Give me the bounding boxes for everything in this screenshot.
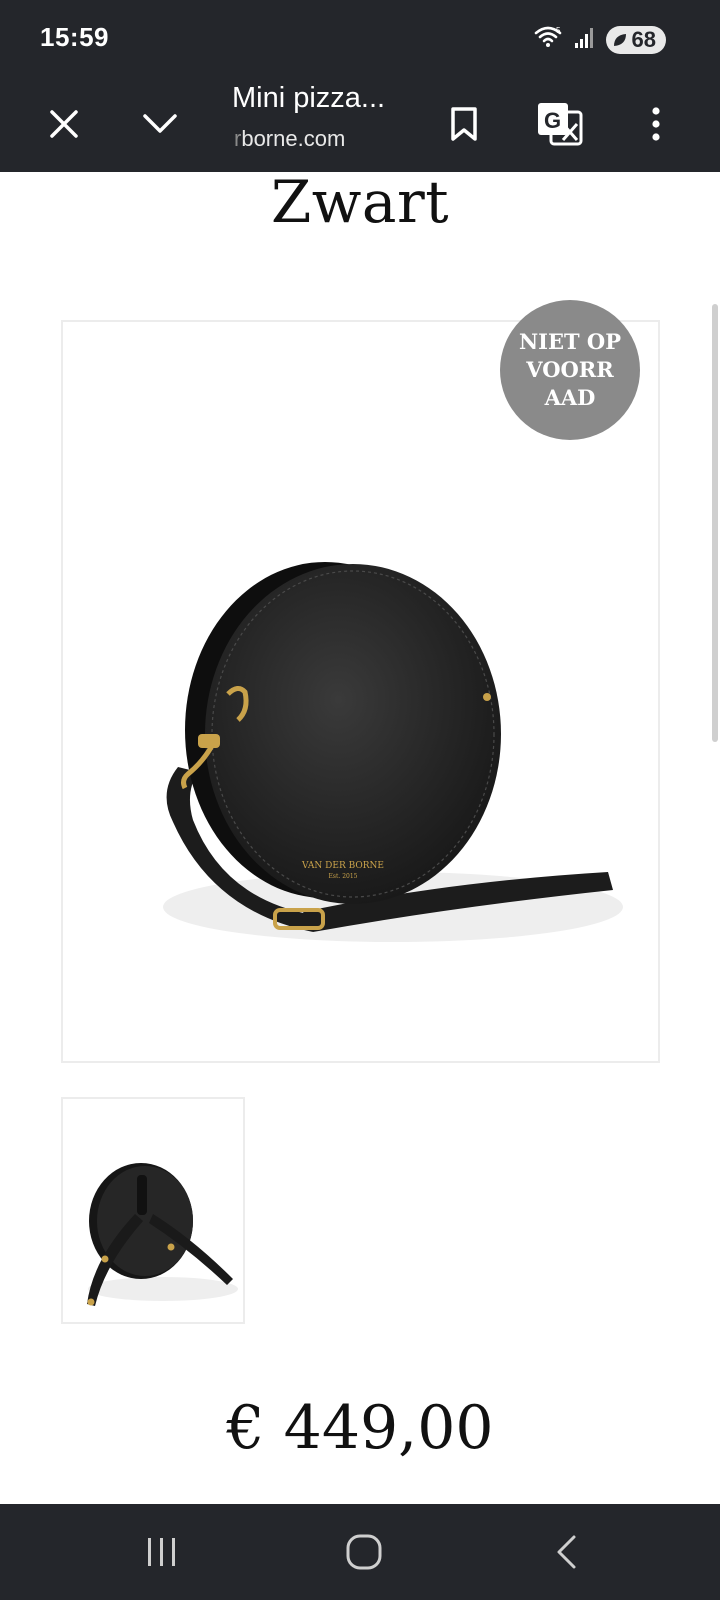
out-of-stock-badge: NIET OP VOORR AAD [500,300,640,440]
recent-apps-icon[interactable] [132,1526,192,1578]
back-icon[interactable] [536,1526,596,1578]
product-price: € 449,00 [226,1393,494,1463]
battery-level: 68 [631,26,656,52]
product-thumbnail[interactable] [61,1097,245,1324]
badge-line-1: NIET OP [518,329,622,354]
leaf-icon [613,33,626,46]
home-icon[interactable] [334,1526,394,1578]
chevron-down-icon[interactable] [136,100,184,148]
badge-line-2: VOORR [526,357,614,382]
domain-text: borne.com [241,126,346,151]
bookmark-icon[interactable] [440,100,488,148]
status-bar: 15:59 5 68 [0,0,720,76]
backpack-thumbnail-illustration [87,1163,238,1306]
browser-toolbar: Mini pizza... rborne.com G [0,76,720,172]
status-icons: 5 68 [534,24,666,55]
badge-line-3: AAD [544,385,596,410]
battery-icon: 68 [605,25,666,54]
page-scrollbar[interactable] [712,304,718,742]
svg-text:G: G [544,108,561,133]
svg-text:5: 5 [556,26,561,35]
close-icon[interactable] [40,100,88,148]
page-title[interactable]: Mini pizza... [232,82,385,115]
signal-icon [574,25,596,54]
status-time: 15:59 [40,22,109,52]
wifi-icon: 5 [534,24,564,55]
product-color-heading: Zwart [270,168,450,236]
translate-icon[interactable]: G [536,100,584,148]
page-domain[interactable]: rborne.com [234,126,345,152]
brand-stamp: VAN DER BORNE [301,861,384,871]
brand-stamp-year: Est. 2015 [329,873,358,880]
system-nav-bar [0,1504,720,1600]
more-vert-icon[interactable] [632,100,680,148]
